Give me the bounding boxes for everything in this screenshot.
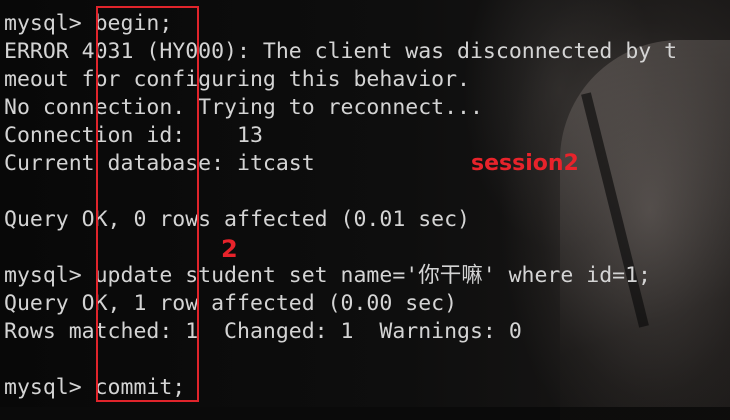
terminal-line-reconnect: No connection. Trying to reconnect...: [4, 95, 483, 120]
annotation-highlight-box: [96, 6, 199, 402]
terminal-line-rows-matched: Rows matched: 1 Changed: 1 Warnings: 0: [4, 319, 522, 344]
terminal-line-query-ok-0: Query OK, 0 rows affected (0.01 sec): [4, 207, 470, 232]
terminal-line-query-ok-1: Query OK, 1 row affected (0.00 sec): [4, 291, 458, 316]
annotation-step-number: 2: [221, 235, 238, 263]
annotation-session-label: session2: [471, 151, 579, 176]
terminal-line-error-cont: meout for configuring this behavior.: [4, 67, 470, 92]
